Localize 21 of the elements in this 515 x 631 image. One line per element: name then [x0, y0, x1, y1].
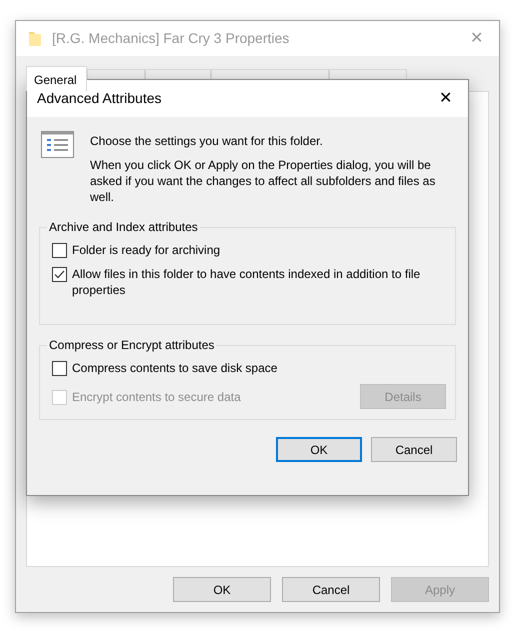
- checkbox-label: Encrypt contents to secure data: [72, 388, 241, 404]
- dialog-button[interactable]: OK: [276, 437, 362, 462]
- dialog-button[interactable]: OK: [173, 577, 271, 602]
- checkbox[interactable]: [52, 361, 67, 376]
- dialog-button[interactable]: Cancel: [282, 577, 380, 602]
- checkbox-label: Allow files in this folder to have contents indexed in addition to file properties: [72, 266, 422, 298]
- list-settings-icon: [41, 131, 74, 158]
- note-text: When you click OK or Apply on the Properties dialog, you will be asked if you want the changes to affect all subfolders and files as well.: [90, 157, 436, 205]
- checkmark-icon: [54, 270, 65, 279]
- checkbox[interactable]: [52, 267, 67, 282]
- intro-text: Choose the settings you want for this folder.: [90, 133, 324, 149]
- checkbox-label: Compress contents to save disk space: [72, 360, 278, 376]
- checkbox[interactable]: [52, 243, 67, 258]
- folder-icon: [28, 30, 42, 47]
- dialog-title: Advanced Attributes: [37, 89, 163, 108]
- checkbox-label: Folder is ready for archiving: [72, 242, 220, 258]
- dialog-button[interactable]: Cancel: [371, 437, 457, 462]
- close-button[interactable]: ✕: [433, 86, 458, 110]
- window-title: [R.G. Mechanics] Far Cry 3 Properties: [52, 29, 290, 48]
- tab[interactable]: General: [26, 66, 87, 91]
- group-title: Compress or Encrypt attributes: [47, 337, 216, 353]
